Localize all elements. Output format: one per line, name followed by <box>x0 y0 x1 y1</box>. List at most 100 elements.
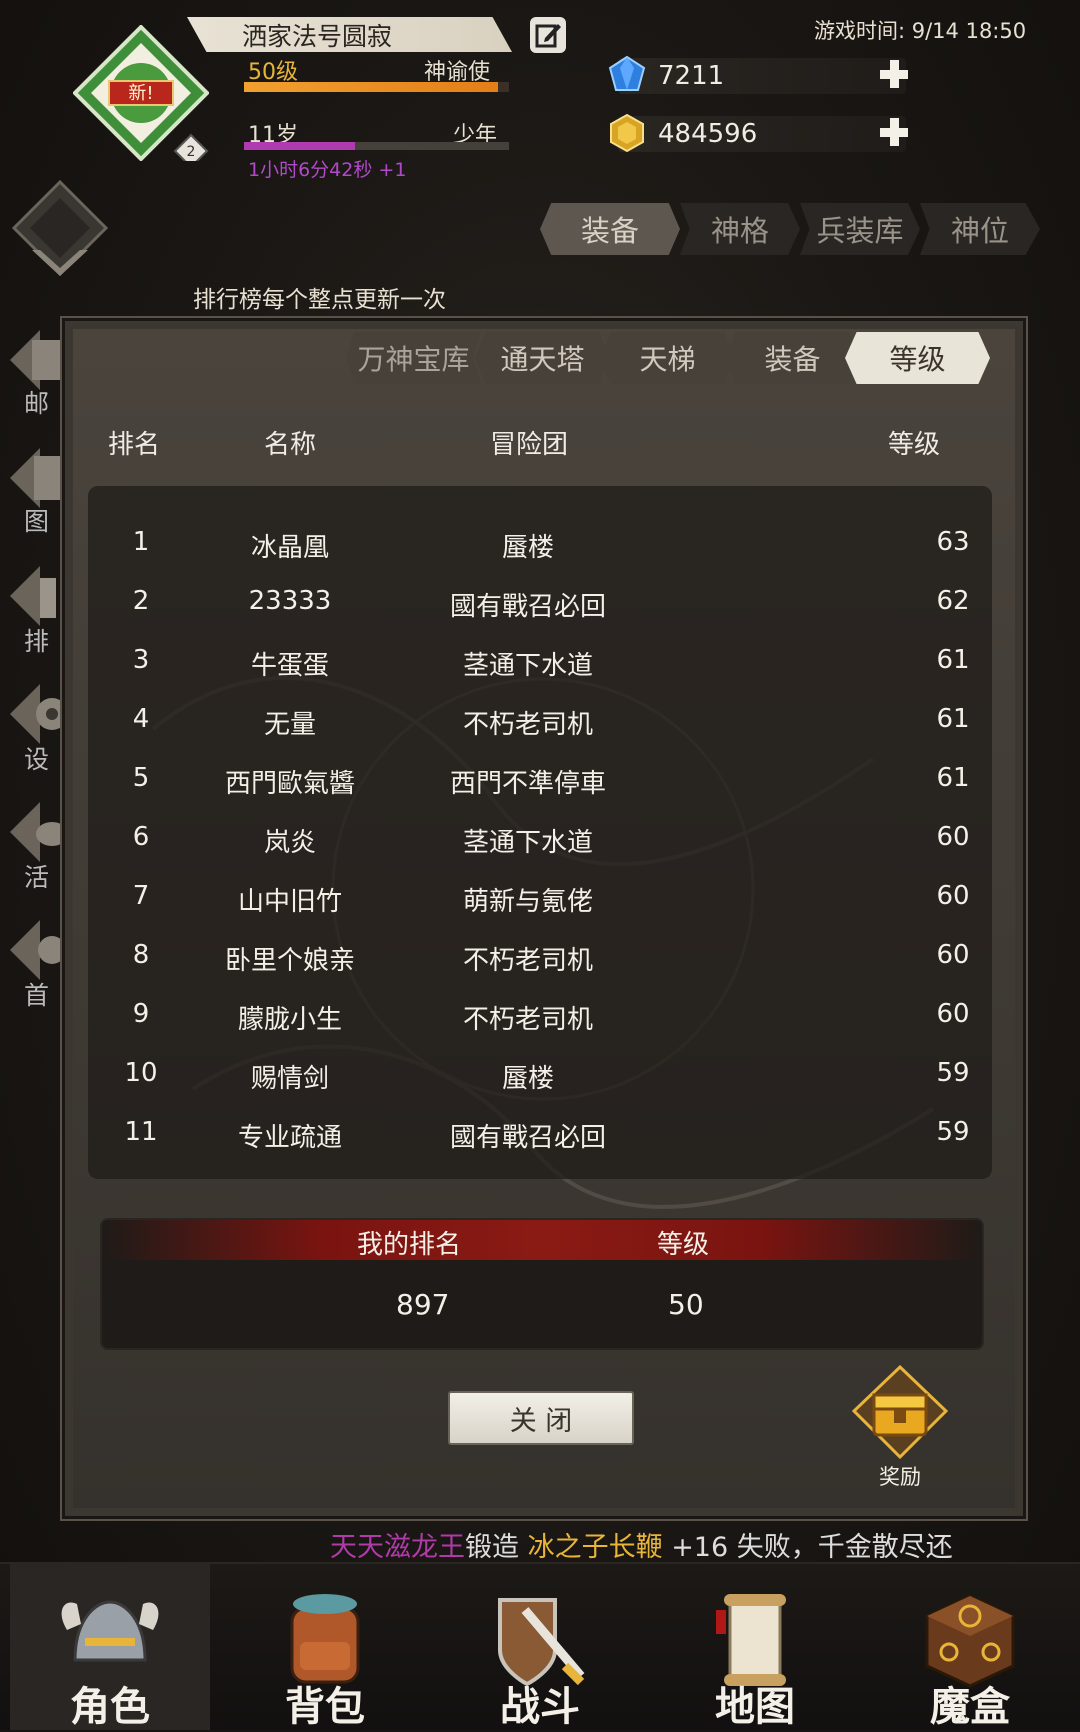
sub-tab-equipment[interactable]: 装备 <box>725 332 860 384</box>
sub-tab-pantheon-vault[interactable]: 万神宝库 <box>346 332 481 384</box>
first-charge-icon <box>10 920 66 980</box>
avatar-count: 2 <box>187 144 196 160</box>
row-name: 卧里个娘亲 <box>224 946 355 976</box>
menu-toggle-icon[interactable] <box>10 180 110 290</box>
nav-battle[interactable]: 战斗 <box>440 1564 640 1730</box>
nav-label-battle: 战斗 <box>500 1684 580 1730</box>
row-level: 61 <box>936 704 970 734</box>
ranking-icon <box>10 566 56 626</box>
bottom-nav: 角色 背包 战斗 地图 魔盒 <box>0 1562 1080 1730</box>
nav-label-character: 角色 <box>70 1684 150 1730</box>
ticker-item: 冰之子长鞭 <box>527 1532 663 1563</box>
row-rank: 2 <box>132 586 150 616</box>
avatar-new-badge: 新! <box>128 83 153 104</box>
row-guild: 茎通下水道 <box>462 651 593 681</box>
gem-icon <box>608 55 646 91</box>
edit-name-button[interactable] <box>530 17 566 53</box>
row-rank: 6 <box>132 822 150 852</box>
event-icon <box>10 802 68 862</box>
nav-label-magic-box: 魔盒 <box>930 1684 1010 1730</box>
row-rank: 10 <box>124 1058 158 1088</box>
row-name: 无量 <box>263 710 316 740</box>
table-row: 8 卧里个娘亲 不朽老司机 60 <box>88 940 992 999</box>
ticker-player: 天天滋龙王 <box>330 1532 465 1563</box>
main-tab-equipment[interactable]: 装备 <box>540 203 680 255</box>
main-tab-god-seat[interactable]: 神位 <box>920 203 1040 255</box>
row-level: 60 <box>936 999 970 1029</box>
sub-tab-level[interactable]: 等级 <box>845 332 990 384</box>
player-avatar[interactable]: 新! 2 <box>72 24 210 169</box>
row-level: 60 <box>936 940 970 970</box>
my-rank-header: 我的排名 等级 <box>102 1220 982 1260</box>
gear-icon <box>10 684 68 744</box>
close-button[interactable]: 关 闭 <box>448 1391 634 1445</box>
row-rank: 11 <box>124 1117 158 1147</box>
ranking-table[interactable]: 1 冰晶凰 蜃楼 63 2 23333 國有戰召必回 62 3 牛蛋蛋 茎通下水… <box>88 486 992 1179</box>
row-rank: 5 <box>132 763 150 793</box>
row-name: 23333 <box>248 586 332 616</box>
nav-label-map: 地图 <box>715 1684 795 1730</box>
side-label-events: 活 <box>24 863 50 892</box>
header-rank: 排名 <box>108 430 161 460</box>
row-level: 59 <box>936 1058 970 1088</box>
nav-character[interactable]: 角色 <box>10 1564 210 1730</box>
table-row: 11 专业疏通 國有戰召必回 59 <box>88 1117 992 1176</box>
game-time: 游戏时间: 9/14 18:50 <box>814 19 1027 43</box>
row-guild: 蜃楼 <box>501 533 554 563</box>
table-row: 9 朦胧小生 不朽老司机 60 <box>88 999 992 1058</box>
sub-tab-sky-tower[interactable]: 通天塔 <box>475 332 610 384</box>
nav-map[interactable]: 地图 <box>655 1564 855 1730</box>
row-level: 59 <box>936 1117 970 1147</box>
age-progress-bar <box>244 142 509 150</box>
row-rank: 7 <box>132 881 150 911</box>
nav-magic-box[interactable]: 魔盒 <box>870 1564 1070 1730</box>
row-name: 朦胧小生 <box>237 1005 342 1035</box>
sub-tab-ladder[interactable]: 天梯 <box>600 332 735 384</box>
row-level: 63 <box>936 527 970 557</box>
row-guild: 萌新与氪佬 <box>462 887 593 917</box>
treasure-chest-icon <box>851 1364 949 1460</box>
edit-icon <box>535 24 561 48</box>
side-item-mail[interactable] <box>10 330 70 390</box>
side-label-first-charge: 首 <box>24 981 50 1010</box>
header-guild: 冒险团 <box>490 430 569 460</box>
gold-icon <box>610 113 644 153</box>
row-level: 61 <box>936 763 970 793</box>
side-item-first-charge[interactable] <box>10 920 70 980</box>
row-guild: 不朽老司机 <box>462 1005 593 1035</box>
mail-icon <box>10 330 66 390</box>
reward-button[interactable]: 奖励 <box>850 1364 950 1489</box>
row-guild: 國有戰召必回 <box>449 1123 606 1153</box>
add-gems-button[interactable] <box>876 56 912 92</box>
gem-value: 7211 <box>658 61 725 91</box>
age-progress-fill <box>244 142 356 150</box>
row-level: 62 <box>936 586 970 616</box>
row-name: 牛蛋蛋 <box>250 651 329 681</box>
my-level-value: 50 <box>668 1288 704 1321</box>
broadcast-ticker: 天天滋龙王锻造 冰之子长鞭 +16 失败，千金散尽还 <box>0 1519 1080 1564</box>
table-row: 6 岚炎 茎通下水道 60 <box>88 822 992 881</box>
main-tab-divinity[interactable]: 神格 <box>680 203 800 255</box>
row-name: 赐情剑 <box>250 1064 329 1094</box>
row-guild: 國有戰召必回 <box>449 592 606 622</box>
my-rank-panel: 我的排名 等级 897 50 <box>100 1218 984 1350</box>
table-row: 7 山中旧竹 萌新与氪佬 60 <box>88 881 992 940</box>
row-rank: 3 <box>132 645 150 675</box>
nav-backpack[interactable]: 背包 <box>225 1564 425 1730</box>
gold-counter: 484596 <box>610 113 908 153</box>
my-rank-label: 我的排名 <box>357 1230 462 1260</box>
add-gold-button[interactable] <box>876 114 912 150</box>
row-level: 60 <box>936 822 970 852</box>
main-tab-armory[interactable]: 兵装库 <box>800 203 920 255</box>
my-level-label: 等级 <box>657 1230 710 1260</box>
header-name: 名称 <box>264 430 317 460</box>
row-guild: 西門不準停車 <box>449 769 606 799</box>
row-name: 冰晶凰 <box>250 533 329 563</box>
table-row: 10 赐情剑 蜃楼 59 <box>88 1058 992 1117</box>
row-rank: 8 <box>132 940 150 970</box>
side-item-settings[interactable] <box>10 684 70 744</box>
book-icon <box>10 448 64 508</box>
side-item-events[interactable] <box>10 802 70 862</box>
side-item-illustration[interactable] <box>10 448 70 508</box>
side-item-ranking[interactable] <box>10 566 70 626</box>
